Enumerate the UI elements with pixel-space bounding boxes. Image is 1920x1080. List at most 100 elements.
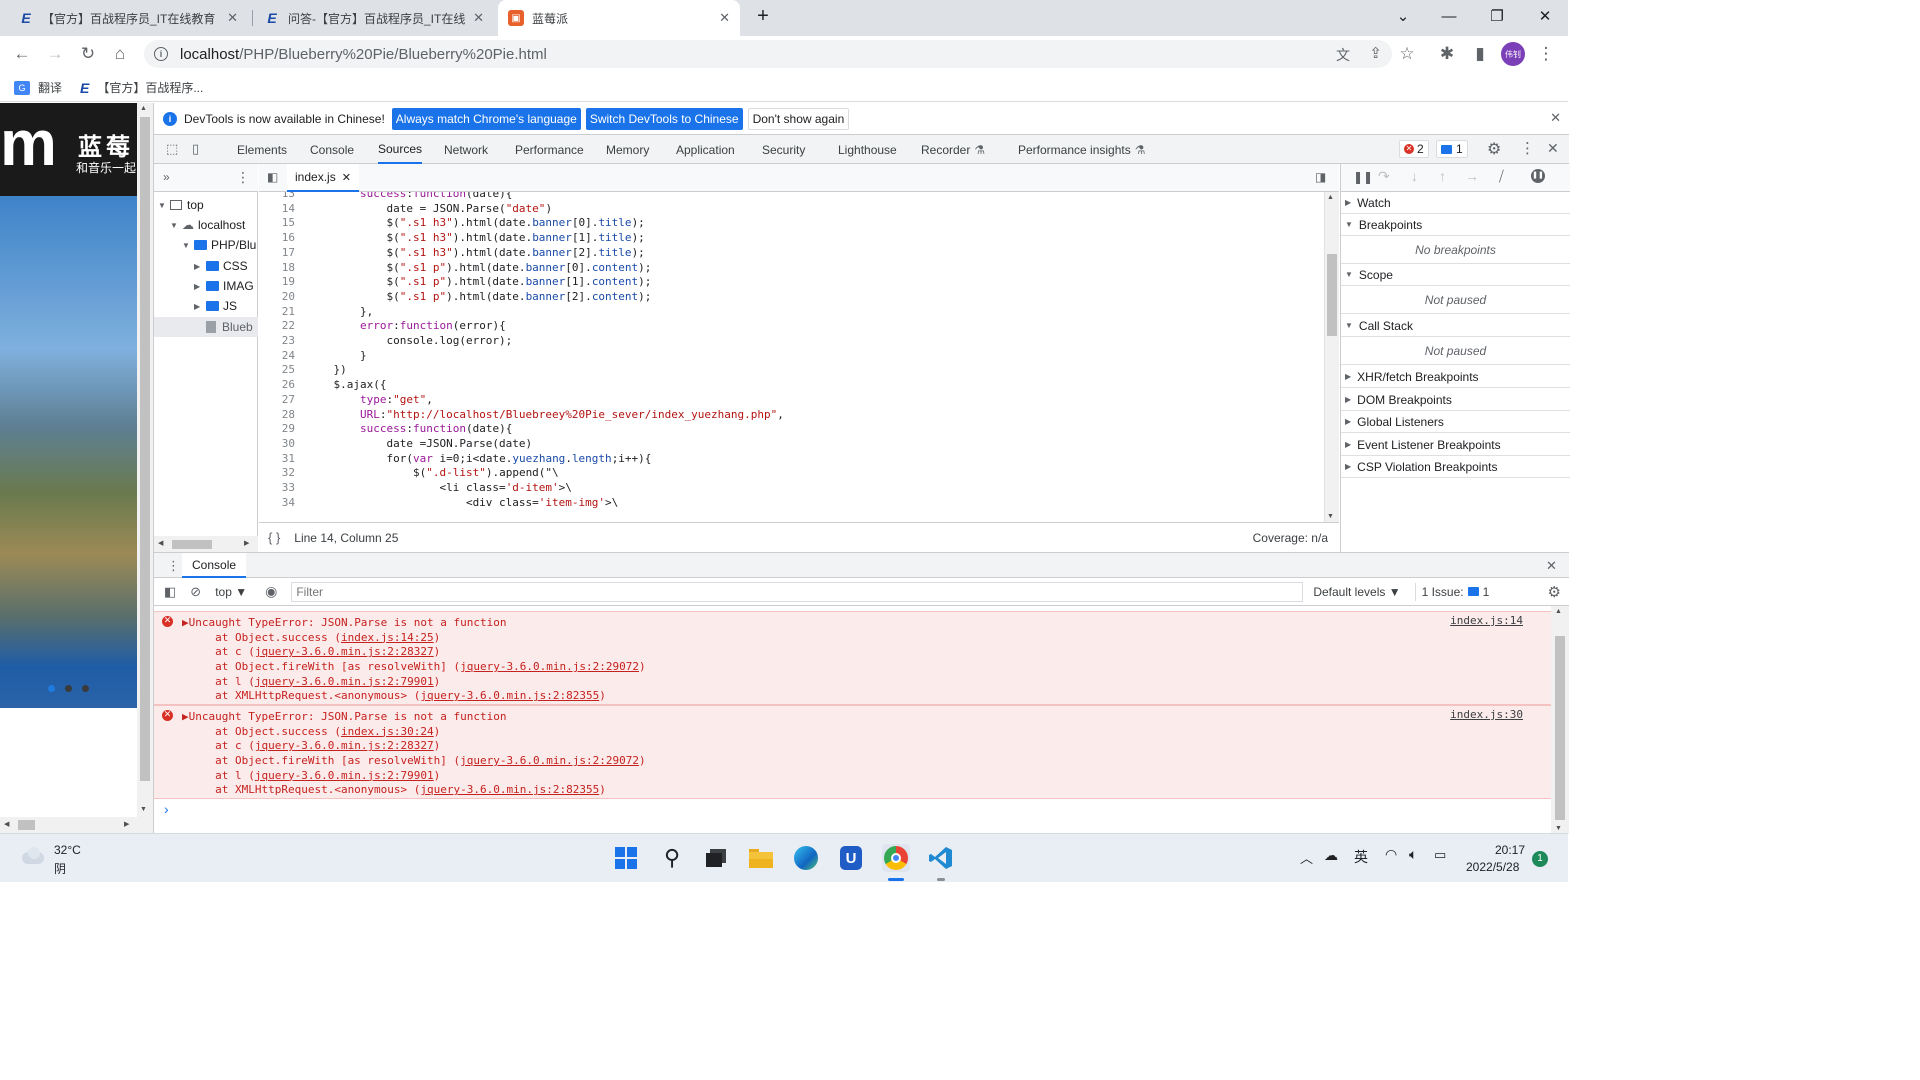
tree-item-localhost[interactable]: ▼ ☁ localhost [170, 215, 245, 235]
tab-performance[interactable]: Performance [515, 135, 584, 164]
onedrive-cloud-icon[interactable]: ☁ [1324, 847, 1338, 864]
step-into-icon[interactable]: ↓ [1411, 168, 1418, 184]
breakpoints-section[interactable]: ▼ Breakpoints [1341, 214, 1570, 236]
share-icon[interactable]: ⇪ [1369, 44, 1382, 62]
code-line[interactable]: 26 $.ajax({ [259, 378, 387, 393]
code-line[interactable]: 16 $(".s1 h3").html(date.banner[1].title… [259, 231, 645, 246]
line-number[interactable]: 29 [259, 422, 297, 437]
chrome-icon[interactable] [882, 844, 910, 872]
tab-memory[interactable]: Memory [606, 135, 649, 164]
line-number[interactable]: 17 [259, 246, 297, 261]
switch-to-chinese-button[interactable]: Switch DevTools to Chinese [585, 107, 743, 130]
code-line[interactable]: 32 $(".d-list").append("\ [259, 466, 559, 481]
close-tab-icon[interactable]: ✕ [719, 10, 730, 26]
tab-search-icon[interactable]: ⌄ [1380, 0, 1426, 32]
clear-console-icon[interactable]: ⊘ [190, 584, 201, 600]
browser-tab-1[interactable]: E 【官方】百战程序员_IT在线教育 ✕ [8, 4, 248, 32]
stack-frame-link[interactable]: jquery-3.6.0.min.js:2:28327 [255, 739, 434, 752]
code-line[interactable]: 14 date = JSON.Parse("date") [259, 202, 552, 217]
minimize-icon[interactable]: — [1426, 0, 1472, 32]
code-line[interactable]: 27 type:"get", [259, 393, 433, 408]
bookmark-item[interactable]: G 翻译 [14, 79, 62, 96]
device-toolbar-icon[interactable]: ▯ [192, 141, 199, 157]
customize-dots-icon[interactable]: ⋮ [1520, 139, 1535, 157]
message-count-badge[interactable]: 1 [1436, 140, 1468, 158]
step-icon[interactable]: → [1465, 168, 1479, 184]
dom-breakpoints-section[interactable]: ▶ DOM Breakpoints [1341, 389, 1570, 411]
tab-network[interactable]: Network [444, 135, 488, 164]
browser-tab-2[interactable]: E 问答-【官方】百战程序员_IT在线 ✕ [254, 4, 494, 32]
tree-item-imag[interactable]: ▶ IMAG [194, 276, 254, 296]
stack-frame-link[interactable]: index.js:14:25 [341, 631, 434, 644]
line-number[interactable]: 24 [259, 349, 297, 364]
code-line[interactable]: 22 error:function(error){ [259, 319, 506, 334]
error-source-link[interactable]: index.js:14 [1450, 614, 1523, 627]
line-number[interactable]: 34 [259, 496, 297, 511]
error-count-badge[interactable]: ✕ 2 [1399, 140, 1429, 158]
code-line[interactable]: 13 success:function(date){ [259, 192, 513, 202]
bookmark-item[interactable]: E 【官方】百战程序... [80, 79, 203, 96]
code-line[interactable]: 20 $(".s1 p").html(date.banner[2].conten… [259, 290, 652, 305]
more-tabs-icon[interactable]: » [163, 170, 170, 184]
stack-frame-link[interactable]: jquery-3.6.0.min.js:2:79901 [255, 675, 434, 688]
clock-time[interactable]: 20:17 [1495, 843, 1525, 857]
pause-on-exceptions-icon[interactable]: ❚❚ [1531, 169, 1545, 183]
back-icon[interactable]: ← [10, 42, 34, 66]
close-tab-icon[interactable]: ✕ [227, 10, 238, 26]
console-filter-input[interactable] [291, 581, 1304, 602]
file-explorer-icon[interactable] [747, 844, 775, 872]
watch-section[interactable]: ▶ Watch [1341, 192, 1570, 214]
avatar[interactable]: 伟钊 [1501, 42, 1525, 66]
menu-dots-icon[interactable]: ⋮ [1534, 42, 1558, 66]
context-selector[interactable]: top ▼ [215, 585, 247, 599]
line-number[interactable]: 21 [259, 305, 297, 320]
address-bar[interactable]: i localhost/PHP/Blueberry%20Pie/Blueberr… [144, 40, 1392, 68]
line-number[interactable]: 13 [259, 192, 297, 202]
battery-icon[interactable]: ▭ [1434, 847, 1446, 863]
code-line[interactable]: 23 console.log(error); [259, 334, 513, 349]
bookmark-star-icon[interactable]: ☆ [1395, 42, 1419, 66]
stack-frame-link[interactable]: jquery-3.6.0.min.js:2:28327 [255, 645, 434, 658]
line-number[interactable]: 31 [259, 452, 297, 467]
step-over-icon[interactable]: ↷ [1378, 168, 1390, 185]
forward-icon[interactable]: → [43, 42, 67, 66]
tab-security[interactable]: Security [762, 135, 805, 164]
ime-indicator[interactable]: 英 [1354, 847, 1368, 867]
line-number[interactable]: 18 [259, 261, 297, 276]
extensions-icon[interactable]: ✱ [1435, 42, 1459, 66]
volume-icon[interactable]: 🔈︎ [1409, 846, 1417, 863]
maximize-icon[interactable]: ❐ [1474, 0, 1520, 32]
line-number[interactable]: 15 [259, 216, 297, 231]
match-language-button[interactable]: Always match Chrome's language [391, 107, 581, 130]
code-line[interactable]: 31 for(var i=0;i<date.yuezhang.length;i+… [259, 452, 652, 467]
code-line[interactable]: 30 date =JSON.Parse(date) [259, 437, 532, 452]
start-icon[interactable] [612, 844, 640, 872]
clock-date[interactable]: 2022/5/28 [1466, 860, 1519, 874]
close-infobar-icon[interactable]: ✕ [1550, 110, 1561, 126]
code-line[interactable]: 33 <li class='d-item'>\ [259, 481, 572, 496]
info-icon[interactable]: i [154, 47, 168, 61]
xhr-breakpoints-section[interactable]: ▶ XHR/fetch Breakpoints [1341, 366, 1570, 388]
dont-show-again-button[interactable]: Don't show again [747, 107, 850, 130]
chevron-up-icon[interactable]: ︿ [1300, 848, 1313, 867]
drawer-tab-console[interactable]: Console [182, 553, 247, 578]
console-prompt[interactable]: › [164, 801, 169, 817]
stack-frame-link[interactable]: index.js:30:24 [341, 725, 434, 738]
browser-tab-3[interactable]: ▣ 蓝莓派 ✕ [498, 0, 740, 36]
line-number[interactable]: 32 [259, 466, 297, 481]
log-levels-dropdown[interactable]: Default levels ▼ [1313, 585, 1400, 599]
page-h-scrollbar[interactable]: ◀ ▶ [0, 817, 153, 833]
tree-item-css[interactable]: ▶ CSS [194, 256, 248, 276]
new-tab-button[interactable]: + [740, 0, 786, 32]
line-number[interactable]: 33 [259, 481, 297, 496]
console-error-message[interactable]: ✕ ▶Uncaught TypeError: JSON.Parse is not… [154, 705, 1551, 799]
tab-application[interactable]: Application [676, 135, 735, 164]
line-number[interactable]: 14 [259, 202, 297, 217]
tab-elements[interactable]: Elements [237, 135, 287, 164]
line-number[interactable]: 20 [259, 290, 297, 305]
code-area[interactable]: 13 success:function(date){14 date = JSON… [259, 192, 1324, 522]
tab-performance-insights[interactable]: Performance insights ⚗ [1018, 135, 1145, 164]
code-line[interactable]: 19 $(".s1 p").html(date.banner[1].conten… [259, 275, 652, 290]
code-line[interactable]: 24 } [259, 349, 367, 364]
close-tab-icon[interactable]: ✕ [473, 10, 484, 26]
